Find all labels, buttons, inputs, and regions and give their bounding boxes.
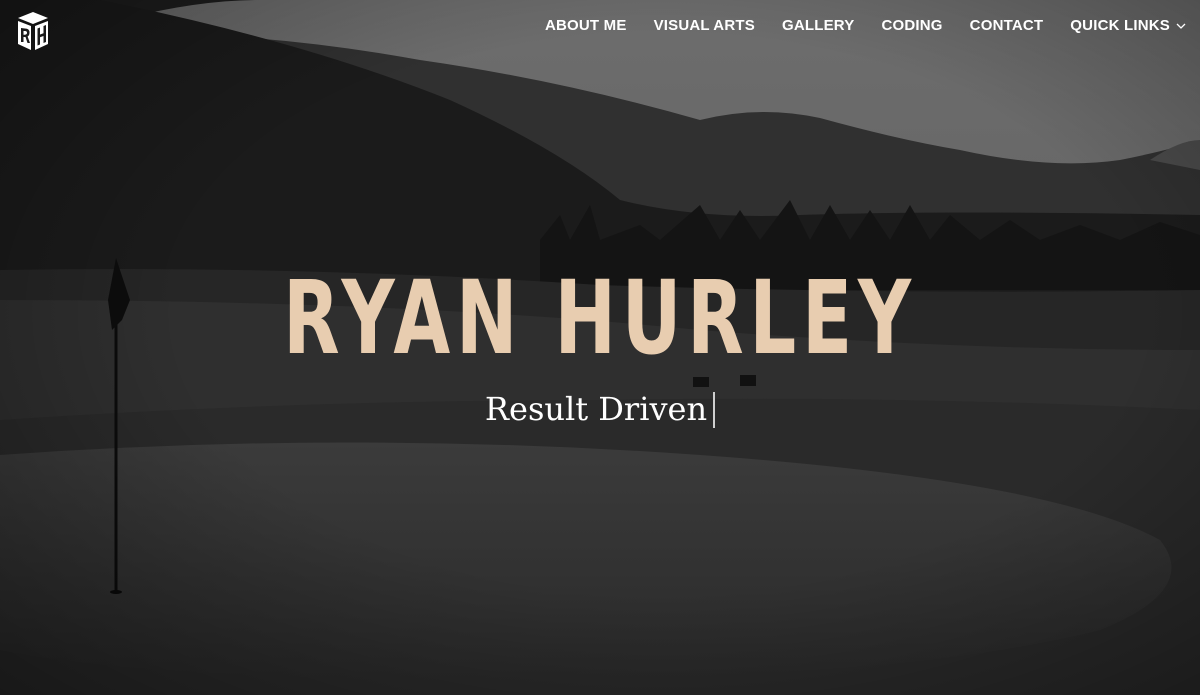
nav-item-label: CODING [881,17,943,34]
nav-item-gallery[interactable]: GALLERY [782,17,855,34]
chevron-down-icon [1176,23,1186,29]
nav-menu: ABOUT ME VISUAL ARTS GALLERY CODING CONT… [518,17,1186,34]
nav-item-label: GALLERY [781,17,855,34]
typing-cursor [713,392,716,428]
hero-section: ABOUT ME VISUAL ARTS GALLERY CODING CONT… [0,0,1200,695]
nav-item-label: CONTACT [969,17,1044,34]
rh-monogram-logo[interactable] [14,12,52,50]
nav-item-quick-links[interactable]: QUICK LINKS [1070,17,1186,34]
nav-item-about-me[interactable]: ABOUT ME [545,17,627,34]
nav-item-visual-arts[interactable]: VISUAL ARTS [654,17,755,34]
nav-item-label: VISUAL ARTS [653,17,755,34]
hero-subtitle: Result Driven [0,388,1200,430]
nav-item-coding[interactable]: CODING [881,17,942,34]
nav-item-label: ABOUT ME [544,17,627,34]
nav-item-label: QUICK LINKS [1070,17,1170,34]
top-navigation: ABOUT ME VISUAL ARTS GALLERY CODING CONT… [0,0,1200,60]
hero-title: RYAN HURLEY [283,259,917,378]
hero-subtitle-text: Result Driven [484,390,708,428]
nav-item-contact[interactable]: CONTACT [970,17,1044,34]
